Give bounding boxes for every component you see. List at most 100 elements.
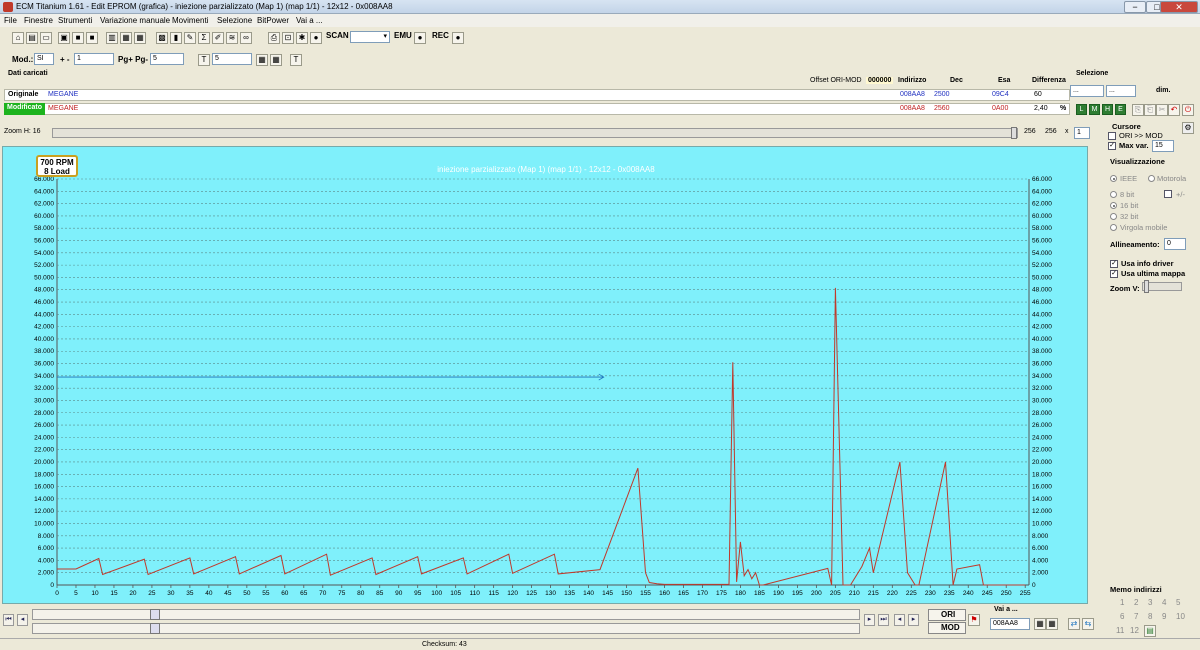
ieee-radio[interactable] (1110, 175, 1117, 182)
mod-field[interactable]: SI (34, 53, 54, 65)
memo-save-icon[interactable]: ▤ (1144, 625, 1156, 637)
scan-dropdown[interactable]: ▾ (350, 31, 390, 43)
menu-strumenti[interactable]: Strumenti (58, 16, 92, 25)
memo-1[interactable]: 1 (1120, 598, 1124, 607)
allineamento-input[interactable]: 0 (1164, 238, 1186, 250)
sel-mid-icon[interactable]: M (1089, 104, 1100, 115)
max-var-checkbox[interactable]: ✓ (1108, 142, 1116, 150)
scrollbar-bottom-thumb[interactable] (150, 623, 160, 634)
lock-icon[interactable]: ⊡ (282, 32, 294, 44)
chart-icon[interactable]: ▥ (106, 32, 118, 44)
memo-12[interactable]: 12 (1130, 626, 1139, 635)
block-icon[interactable]: ■ (72, 32, 84, 44)
wrench-icon[interactable]: ✎ (184, 32, 196, 44)
paste-icon[interactable]: ⎗ (1144, 104, 1156, 116)
menu-file[interactable]: File (4, 16, 17, 25)
arrows-icon[interactable]: ⇄ (1068, 618, 1080, 630)
step-input[interactable]: 1 (74, 53, 114, 65)
memo-7[interactable]: 7 (1134, 612, 1138, 621)
next-icon[interactable]: ▸ (864, 614, 875, 626)
motorola-radio[interactable] (1148, 175, 1155, 182)
16bit-radio[interactable] (1110, 202, 1117, 209)
zoom-h-slider[interactable] (52, 128, 1018, 138)
prev-map-icon[interactable]: ◂ (894, 614, 905, 626)
vai-a-input[interactable]: 008AA8 (990, 618, 1030, 630)
scrollbar-top-thumb[interactable] (150, 609, 160, 620)
menu-movimenti[interactable]: Movimenti (172, 16, 208, 25)
home-icon[interactable]: ⌂ (12, 32, 24, 44)
mod-button[interactable]: MOD (928, 622, 966, 634)
menu-bitpower[interactable]: BitPower (257, 16, 289, 25)
zoom-factor[interactable]: 1 (1074, 127, 1090, 139)
selezione-to[interactable]: ... (1106, 85, 1136, 97)
t2-icon[interactable]: T (290, 54, 302, 66)
scan-label[interactable]: SCAN (326, 31, 349, 40)
zoom-h-thumb[interactable] (1011, 127, 1017, 139)
memo-4[interactable]: 4 (1162, 598, 1166, 607)
zoom-v-thumb[interactable] (1144, 280, 1149, 293)
usa-ultima-checkbox[interactable]: ✓ (1110, 270, 1118, 278)
virgola-radio[interactable] (1110, 224, 1117, 231)
edit-icon[interactable]: ✐ (212, 32, 224, 44)
8bit-radio[interactable] (1110, 191, 1117, 198)
menu-variazione-manuale[interactable]: Variazione manuale (100, 16, 170, 25)
selezione-from[interactable]: ... (1070, 85, 1104, 97)
rec-icon[interactable]: ● (452, 32, 464, 44)
ori-button[interactable]: ORI (928, 609, 966, 621)
binoculars-icon[interactable]: ∞ (240, 32, 252, 44)
close-button[interactable]: ✕ (1160, 1, 1198, 13)
table-view-icon[interactable]: ▦ (1034, 618, 1046, 630)
first-icon[interactable]: ⏮ (3, 614, 14, 626)
max-var-input[interactable]: 15 (1152, 140, 1174, 152)
copy-icon[interactable]: ⎘ (1132, 104, 1144, 116)
power-icon[interactable]: ⏻ (1182, 104, 1194, 116)
sel-end-icon[interactable]: E (1115, 104, 1126, 115)
emu-icon[interactable]: ● (414, 32, 426, 44)
map-chart[interactable]: 0 0 2.000 2.000 4.000 4.000 6.000 6.000 8.000 8.0… (2, 146, 1088, 604)
memo-2[interactable]: 2 (1134, 598, 1138, 607)
table-icon[interactable]: ▦ (120, 32, 132, 44)
gear-icon[interactable]: ⚙ (1182, 122, 1194, 134)
t-icon[interactable]: T (198, 54, 210, 66)
grid-small-icon[interactable]: ▦ (256, 54, 268, 66)
save-icon[interactable]: ▤ (26, 32, 38, 44)
minimize-button[interactable]: − (1124, 1, 1146, 13)
pg-input[interactable]: 5 (150, 53, 184, 65)
chart-svg[interactable]: 0 02.000 2.0004.000 4.0006.000 6.0008.000 8.0… (3, 147, 1089, 605)
chip-icon[interactable]: ▩ (156, 32, 168, 44)
memo-6[interactable]: 6 (1120, 612, 1124, 621)
menu-finestre[interactable]: Finestre (24, 16, 53, 25)
table-view2-icon[interactable]: ▦ (1046, 618, 1058, 630)
flag-icon[interactable]: ⚑ (968, 614, 980, 626)
record-dot-icon[interactable]: ● (310, 32, 322, 44)
emu-label[interactable]: EMU (394, 31, 412, 40)
32bit-radio[interactable] (1110, 213, 1117, 220)
memo-10[interactable]: 10 (1176, 612, 1185, 621)
cut-icon[interactable]: ✂ (1156, 104, 1168, 116)
block2-icon[interactable]: ■ (86, 32, 98, 44)
memo-5[interactable]: 5 (1176, 598, 1180, 607)
driver-icon[interactable]: ▮ (170, 32, 182, 44)
graph-icon[interactable]: ≋ (226, 32, 238, 44)
menu-selezione[interactable]: Selezione (217, 16, 252, 25)
menu-vai-a[interactable]: Vai a ... (296, 16, 323, 25)
arrows2-icon[interactable]: ⇆ (1082, 618, 1094, 630)
sel-start-icon[interactable]: L (1076, 104, 1087, 115)
grid-icon[interactable]: ▦ (134, 32, 146, 44)
undo-icon[interactable]: ↶ (1168, 104, 1180, 116)
run-icon[interactable]: ✱ (296, 32, 308, 44)
last-icon[interactable]: ⏭ (878, 614, 889, 626)
t-input[interactable]: 5 (212, 53, 252, 65)
memo-9[interactable]: 9 (1162, 612, 1166, 621)
open-folder-icon[interactable]: ▣ (58, 32, 70, 44)
ori-mod-checkbox[interactable] (1108, 132, 1116, 140)
memo-3[interactable]: 3 (1148, 598, 1152, 607)
printer-icon[interactable]: ⎙ (268, 32, 280, 44)
window-icon[interactable]: ▭ (40, 32, 52, 44)
grid-small2-icon[interactable]: ▦ (270, 54, 282, 66)
plusminus-checkbox[interactable] (1164, 190, 1172, 198)
rec-label[interactable]: REC (432, 31, 449, 40)
sel-half-icon[interactable]: H (1102, 104, 1113, 115)
usa-info-checkbox[interactable]: ✓ (1110, 260, 1118, 268)
next-map-icon[interactable]: ▸ (908, 614, 919, 626)
